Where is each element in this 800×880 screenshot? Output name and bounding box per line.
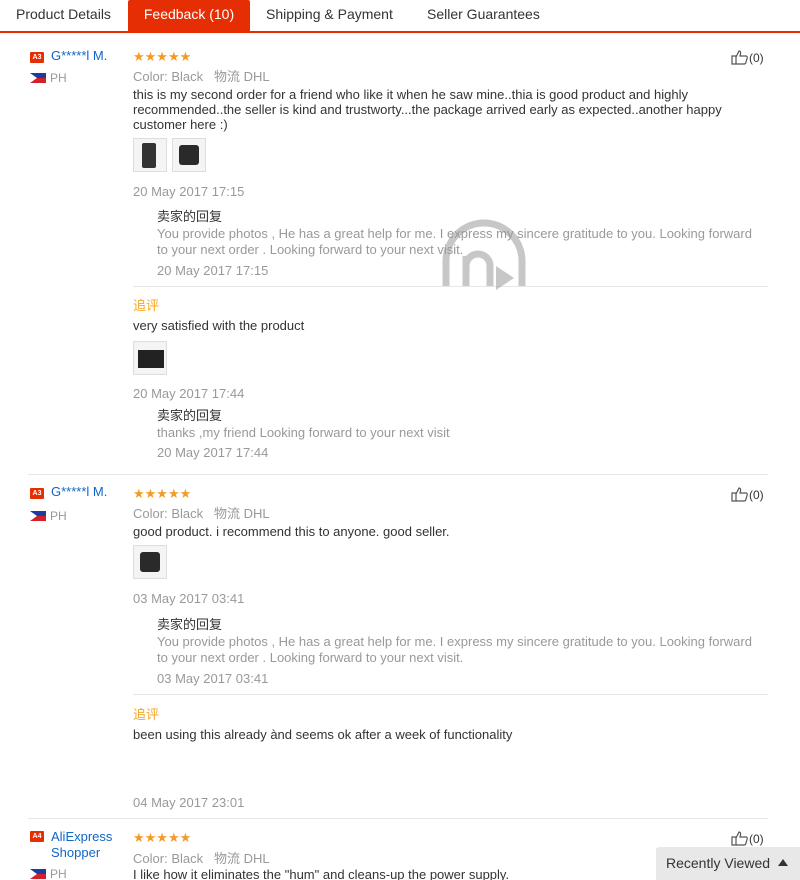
- reviewer-country: PH: [50, 509, 67, 523]
- ph-flag-icon: [30, 511, 46, 521]
- ph-flag-icon: [30, 73, 46, 83]
- review-divider: [28, 818, 768, 819]
- seller-reply-text: You provide photos , He has a great help…: [157, 634, 752, 665]
- review-attributes: Color: Black 物流 DHL: [133, 66, 270, 85]
- seller-reply-title: 卖家的回复: [157, 618, 223, 633]
- seller-reply-text: thanks ,my friend Looking forward to you…: [157, 425, 450, 440]
- additional-feedback-date: 04 May 2017 23:01: [133, 795, 245, 810]
- watermark-logo-icon: [442, 219, 526, 290]
- helpful-button[interactable]: (0): [731, 830, 764, 847]
- tab-product-details[interactable]: Product Details: [16, 0, 111, 31]
- color-label: Color:: [133, 851, 168, 866]
- reviewer-name[interactable]: G*****l M.: [51, 48, 107, 64]
- chevron-up-icon: [778, 859, 788, 866]
- additional-feedback-text: very satisfied with the product: [133, 318, 305, 333]
- review-date: 20 May 2017 17:15: [133, 184, 245, 199]
- review-date: 03 May 2017 03:41: [133, 591, 245, 606]
- buyer-level-badge: A3: [30, 52, 44, 63]
- seller-reply-date: 03 May 2017 03:41: [157, 671, 269, 686]
- helpful-button[interactable]: (0): [731, 486, 764, 503]
- tab-seller-guarantees[interactable]: Seller Guarantees: [427, 0, 540, 31]
- shipping-value: DHL: [243, 506, 270, 521]
- recently-viewed-label: Recently Viewed: [666, 855, 771, 871]
- review-divider: [28, 474, 768, 475]
- shipping-value: DHL: [243, 851, 270, 866]
- divider: [133, 694, 768, 695]
- helpful-count: (0): [749, 832, 764, 846]
- review-photo[interactable]: [133, 138, 167, 172]
- helpful-count: (0): [749, 51, 764, 65]
- review-photo[interactable]: [172, 138, 206, 172]
- reviewer-country: PH: [50, 867, 67, 880]
- thumbs-up-icon: [731, 831, 748, 846]
- helpful-button[interactable]: (0): [731, 49, 764, 66]
- ph-flag-icon: [30, 869, 46, 879]
- color-label: Color:: [133, 506, 168, 521]
- review-attributes: Color: Black 物流 DHL: [133, 503, 270, 522]
- buyer-level-badge: A3: [30, 488, 44, 499]
- shipping-label: 物流: [213, 506, 240, 521]
- color-value: Black: [171, 851, 204, 866]
- helpful-count: (0): [749, 488, 764, 502]
- review-photo[interactable]: [133, 341, 167, 375]
- shipping-label: 物流: [213, 851, 240, 866]
- rating-stars: ★★★★★: [133, 830, 192, 845]
- review-photo[interactable]: [133, 545, 167, 579]
- tab-feedback[interactable]: Feedback (10): [128, 0, 250, 31]
- additional-feedback-label: 追评: [133, 299, 160, 314]
- review-attributes: Color: Black 物流 DHL: [133, 848, 270, 867]
- recently-viewed-button[interactable]: Recently Viewed: [656, 847, 800, 880]
- tab-shipping-payment[interactable]: Shipping & Payment: [266, 0, 393, 31]
- reviewer-country: PH: [50, 71, 67, 85]
- shipping-value: DHL: [243, 69, 270, 84]
- reviewer-name[interactable]: G*****l M.: [51, 484, 107, 500]
- additional-feedback-label: 追评: [133, 708, 160, 723]
- seller-reply-title: 卖家的回复: [157, 409, 223, 424]
- seller-reply-title: 卖家的回复: [157, 210, 223, 225]
- thumbs-up-icon: [731, 487, 748, 502]
- color-label: Color:: [133, 69, 168, 84]
- tab-bar: Product Details Feedback (10) Shipping &…: [0, 0, 800, 33]
- review-text: good product. i recommend this to anyone…: [133, 524, 450, 539]
- color-value: Black: [171, 69, 204, 84]
- thumbs-up-icon: [731, 50, 748, 65]
- seller-reply-date: 20 May 2017 17:15: [157, 263, 269, 278]
- buyer-level-badge: A4: [30, 831, 44, 842]
- review-text: this is my second order for a friend who…: [133, 87, 722, 132]
- color-value: Black: [171, 506, 204, 521]
- additional-feedback-date: 20 May 2017 17:44: [133, 386, 245, 401]
- seller-reply-date: 20 May 2017 17:44: [157, 445, 269, 460]
- rating-stars: ★★★★★: [133, 486, 192, 501]
- shipping-label: 物流: [213, 69, 240, 84]
- reviewer-name[interactable]: AliExpress Shopper: [51, 829, 131, 861]
- additional-feedback-text: been using this already ànd seems ok aft…: [133, 727, 513, 742]
- rating-stars: ★★★★★: [133, 49, 192, 64]
